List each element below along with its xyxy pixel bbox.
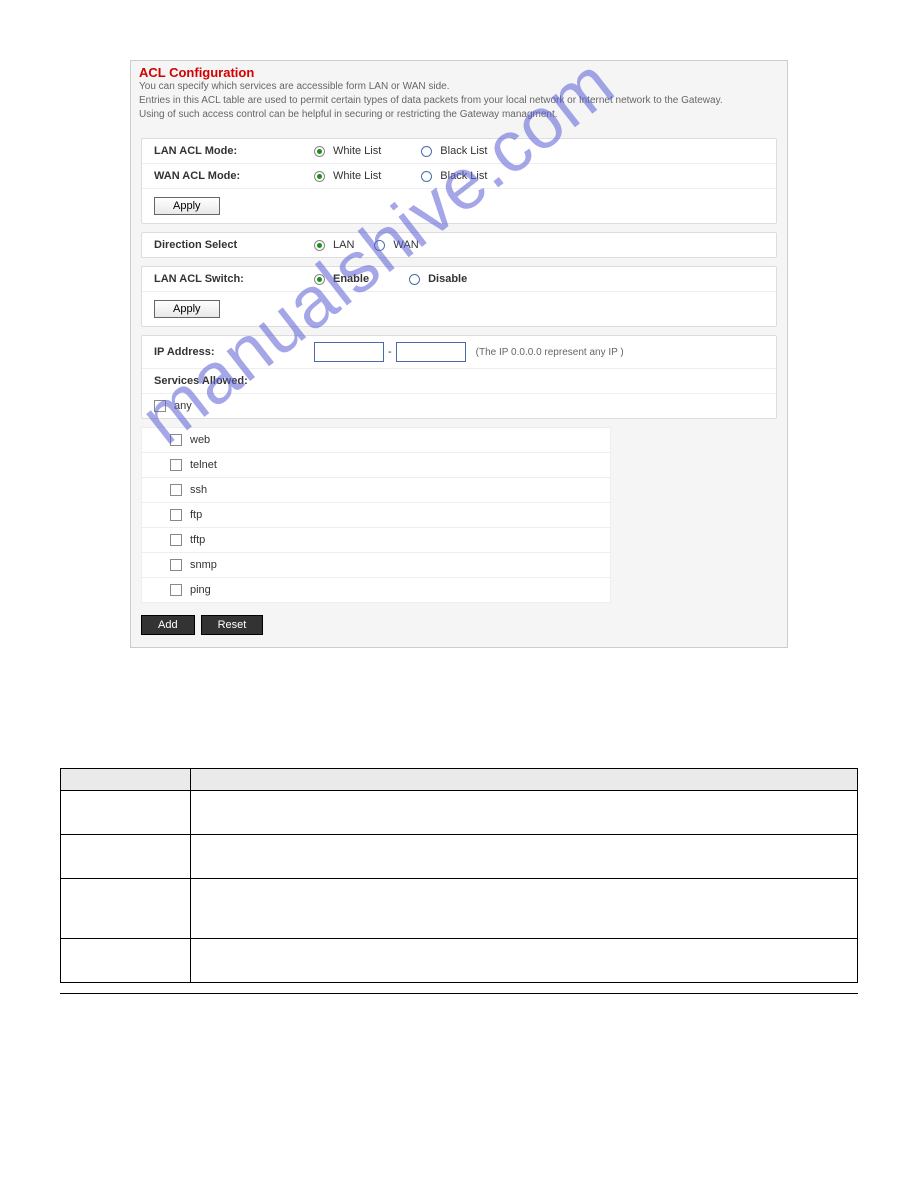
acl-config-panel: ACL Configuration You can specify which … <box>130 60 788 648</box>
services-allowed-row: Services Allowed: <box>142 369 776 394</box>
desc-line-1: You can specify which services are acces… <box>139 81 450 92</box>
radio-selected-icon <box>314 274 325 285</box>
ip-services-section: IP Address: - (The IP 0.0.0.0 represent … <box>141 335 777 419</box>
service-telnet-row: telnet <box>142 453 610 478</box>
doc-cell <box>191 939 858 983</box>
ftp-checkbox[interactable] <box>170 509 182 521</box>
ip-address-label: IP Address: <box>154 346 314 358</box>
service-ping-row: ping <box>142 578 610 602</box>
ssh-label: ssh <box>190 484 207 496</box>
radio-selected-icon <box>314 171 325 182</box>
apply-mode-button[interactable]: Apply <box>154 197 220 215</box>
black-list-label: Black List <box>440 170 487 182</box>
acl-switch-label: LAN ACL Switch: <box>154 273 314 285</box>
wan-acl-mode-row: WAN ACL Mode: White List Black List <box>142 164 776 189</box>
snmp-checkbox[interactable] <box>170 559 182 571</box>
disable-label: Disable <box>428 273 467 285</box>
doc-cell <box>61 939 191 983</box>
service-snmp-row: snmp <box>142 553 610 578</box>
page-rule <box>60 993 858 994</box>
wan-black-list-radio[interactable]: Black List <box>421 170 487 182</box>
service-ssh-row: ssh <box>142 478 610 503</box>
service-web-row: web <box>142 428 610 453</box>
doc-cell <box>61 879 191 939</box>
add-button[interactable]: Add <box>141 615 195 635</box>
web-checkbox[interactable] <box>170 434 182 446</box>
service-list: web telnet ssh ftp tftp snmp ping <box>141 427 611 603</box>
switch-apply-row: Apply <box>142 292 776 326</box>
doc-table <box>60 768 858 983</box>
snmp-label: snmp <box>190 559 217 571</box>
panel-title: ACL Configuration <box>131 61 787 80</box>
ip-input-1[interactable] <box>314 342 384 362</box>
desc-line-3: Using of such access control can be help… <box>139 109 558 120</box>
desc-line-2: Entries in this ACL table are used to pe… <box>139 95 723 106</box>
wan-white-list-radio[interactable]: White List <box>314 170 381 182</box>
ip-hint: (The IP 0.0.0.0 represent any IP ) <box>476 347 624 358</box>
doc-cell <box>191 835 858 879</box>
tftp-checkbox[interactable] <box>170 534 182 546</box>
direction-lan-radio[interactable]: LAN <box>314 239 354 251</box>
acl-mode-section: LAN ACL Mode: White List Black List WAN … <box>141 138 777 224</box>
tftp-label: tftp <box>190 534 205 546</box>
panel-description: You can specify which services are acces… <box>131 80 787 130</box>
doc-cell <box>61 791 191 835</box>
lan-acl-mode-label: LAN ACL Mode: <box>154 145 314 157</box>
doc-cell <box>191 879 858 939</box>
doc-cell <box>191 791 858 835</box>
wan-acl-mode-label: WAN ACL Mode: <box>154 170 314 182</box>
direction-label: Direction Select <box>154 239 314 251</box>
any-checkbox[interactable] <box>154 400 166 412</box>
service-tftp-row: tftp <box>142 528 610 553</box>
action-row: Add Reset <box>131 611 787 639</box>
radio-empty-icon <box>374 240 385 251</box>
radio-empty-icon <box>409 274 420 285</box>
reset-button[interactable]: Reset <box>201 615 264 635</box>
radio-selected-icon <box>314 146 325 157</box>
apply-switch-button[interactable]: Apply <box>154 300 220 318</box>
ip-address-row: IP Address: - (The IP 0.0.0.0 represent … <box>142 336 776 369</box>
ping-checkbox[interactable] <box>170 584 182 596</box>
radio-empty-icon <box>421 146 432 157</box>
lan-acl-mode-row: LAN ACL Mode: White List Black List <box>142 139 776 164</box>
ip-input-2[interactable] <box>396 342 466 362</box>
any-label: any <box>174 400 192 412</box>
direction-section: Direction Select LAN WAN <box>141 232 777 258</box>
telnet-checkbox[interactable] <box>170 459 182 471</box>
ssh-checkbox[interactable] <box>170 484 182 496</box>
enable-label: Enable <box>333 273 369 285</box>
lan-black-list-radio[interactable]: Black List <box>421 145 487 157</box>
direction-wan-radio[interactable]: WAN <box>374 239 418 251</box>
direction-row: Direction Select LAN WAN <box>142 233 776 257</box>
radio-empty-icon <box>421 171 432 182</box>
wan-label: WAN <box>393 239 418 251</box>
ping-label: ping <box>190 584 211 596</box>
service-ftp-row: ftp <box>142 503 610 528</box>
ftp-label: ftp <box>190 509 202 521</box>
switch-enable-radio[interactable]: Enable <box>314 273 369 285</box>
acl-switch-section: LAN ACL Switch: Enable Disable Apply <box>141 266 777 327</box>
page-wrap: ACL Configuration You can specify which … <box>0 0 918 688</box>
doc-th-1 <box>61 769 191 791</box>
white-list-label: White List <box>333 145 381 157</box>
lan-label: LAN <box>333 239 354 251</box>
ip-separator: - <box>388 346 392 358</box>
lan-white-list-radio[interactable]: White List <box>314 145 381 157</box>
black-list-label: Black List <box>440 145 487 157</box>
web-label: web <box>190 434 210 446</box>
services-allowed-label: Services Allowed: <box>154 375 314 387</box>
doc-th-2 <box>191 769 858 791</box>
acl-switch-row: LAN ACL Switch: Enable Disable <box>142 267 776 292</box>
radio-selected-icon <box>314 240 325 251</box>
white-list-label: White List <box>333 170 381 182</box>
mode-apply-row: Apply <box>142 189 776 223</box>
service-any-row: any <box>142 394 776 418</box>
doc-cell <box>61 835 191 879</box>
telnet-label: telnet <box>190 459 217 471</box>
switch-disable-radio[interactable]: Disable <box>409 273 467 285</box>
